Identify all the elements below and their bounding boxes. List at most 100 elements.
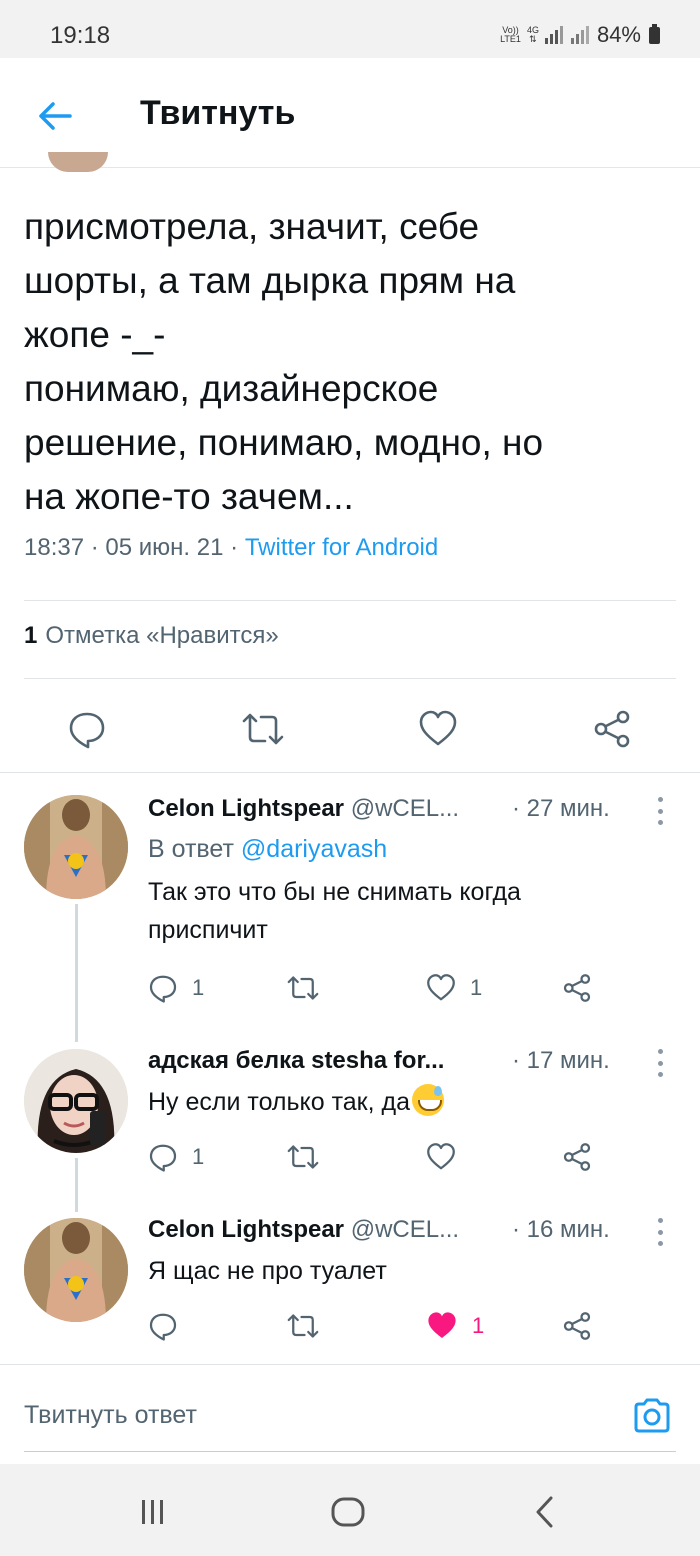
author-name[interactable]: адская белка stesha for... xyxy=(148,1047,444,1074)
retweet-button[interactable] xyxy=(286,1137,320,1177)
recent-apps-icon xyxy=(142,1500,163,1524)
tweet-text: присмотрела, значит, себе шорты, а там д… xyxy=(24,206,544,517)
reply-timestamp: · 17 мин. xyxy=(512,1047,610,1074)
retweet-button[interactable] xyxy=(286,968,320,1008)
reply-count: 1 xyxy=(192,975,205,1000)
author-handle[interactable]: @wCEL... xyxy=(351,795,459,822)
mention-link[interactable]: @dariyavash xyxy=(241,835,387,863)
tweet-meta: 18:37 · 05 июн. 21 · Twitter for Android xyxy=(24,534,439,561)
like-count: 1 xyxy=(470,975,483,1000)
system-navigation-bar xyxy=(0,1464,700,1556)
reply-button[interactable]: 1 xyxy=(148,968,204,1008)
camera-icon xyxy=(634,1398,670,1433)
share-icon xyxy=(594,710,630,748)
reply-action-bar: 1 xyxy=(148,1137,628,1177)
home-button[interactable] xyxy=(328,1492,368,1532)
share-button[interactable] xyxy=(587,704,637,754)
reply-button[interactable]: 1 xyxy=(148,1137,204,1177)
more-options-button[interactable] xyxy=(652,1049,668,1077)
grinning-sweat-emoji xyxy=(412,1084,444,1117)
volte-indicator: Vo)) LTE1 xyxy=(500,25,521,44)
retweet-button[interactable] xyxy=(238,704,288,754)
arrow-left-icon xyxy=(39,102,72,130)
reply-text: Ну если только так, да xyxy=(148,1083,668,1121)
reply-item[interactable]: Celon Lightspear @wCEL... · 16 мин. Я ща… xyxy=(0,1216,700,1356)
tweet-action-bar xyxy=(0,690,700,770)
like-button-active[interactable]: 1 xyxy=(426,1306,484,1346)
avatar[interactable] xyxy=(24,1049,128,1153)
more-vertical-icon xyxy=(657,1049,663,1054)
reply-timestamp: · 27 мин. xyxy=(512,795,610,822)
author-name[interactable]: Celon Lightspear xyxy=(148,1216,344,1243)
share-button[interactable] xyxy=(562,968,592,1008)
page-title: Твитнуть xyxy=(140,94,296,132)
tweet-time: 18:37 xyxy=(24,534,85,561)
heart-icon xyxy=(427,1143,455,1170)
battery-percent: 84% xyxy=(596,22,641,47)
avatar[interactable] xyxy=(24,795,128,899)
reply-button[interactable] xyxy=(148,1306,178,1346)
author-name[interactable]: Celon Lightspear xyxy=(148,795,344,822)
more-vertical-icon xyxy=(657,797,663,802)
like-button[interactable] xyxy=(426,1137,456,1177)
more-options-button[interactable] xyxy=(652,797,668,825)
reply-text: Я щас не про туалет xyxy=(148,1257,387,1285)
reply-button[interactable] xyxy=(62,704,112,754)
avatar-image xyxy=(24,1049,128,1153)
divider xyxy=(0,772,700,773)
speech-bubble-icon xyxy=(149,1144,177,1172)
divider xyxy=(24,600,676,601)
status-indicators: Vo)) LTE1 4G ⇅ 84% xyxy=(500,22,660,48)
retweet-button[interactable] xyxy=(286,1306,320,1346)
status-bar: 19:18 Vo)) LTE1 4G ⇅ 84% xyxy=(0,0,700,58)
like-count: 1 xyxy=(472,1313,485,1338)
avatar[interactable] xyxy=(24,1218,128,1322)
recent-apps-button[interactable] xyxy=(133,1492,173,1532)
status-time: 19:18 xyxy=(50,22,111,49)
network-type-indicator: 4G ⇅ xyxy=(526,25,539,44)
reply-to-line: В ответ @dariyavash xyxy=(148,835,388,863)
avatar-image xyxy=(24,795,128,899)
reply-action-bar: 1 1 xyxy=(148,968,628,1008)
retweet-icon xyxy=(287,976,319,1000)
share-icon xyxy=(563,974,591,1002)
reply-text: Так это что бы не снимать когда приспичи… xyxy=(148,878,521,944)
camera-button[interactable] xyxy=(632,1395,672,1435)
reply-timestamp: · 16 мин. xyxy=(512,1216,610,1243)
author-handle[interactable]: @wCEL... xyxy=(351,1216,459,1243)
reply-action-bar: 1 xyxy=(148,1306,628,1346)
reply-count: 1 xyxy=(192,1144,205,1169)
avatar-image xyxy=(24,1218,128,1322)
battery-icon xyxy=(649,23,660,44)
more-options-button[interactable] xyxy=(652,1218,668,1246)
likes-summary[interactable]: 1 Отметка «Нравится» xyxy=(24,622,279,650)
system-back-button[interactable] xyxy=(525,1492,565,1532)
share-icon xyxy=(563,1143,591,1171)
signal-icon-sim2 xyxy=(570,26,589,44)
chevron-left-icon xyxy=(536,1496,553,1528)
retweet-icon xyxy=(287,1314,319,1338)
retweet-icon xyxy=(287,1145,319,1169)
reply-item[interactable]: адская белка stesha for... · 17 мин. Ну … xyxy=(0,1047,700,1187)
divider xyxy=(24,1451,676,1452)
tweet-source-link[interactable]: Twitter for Android xyxy=(245,534,438,561)
reply-input[interactable]: Твитнуть ответ xyxy=(24,1401,197,1430)
share-button[interactable] xyxy=(562,1306,592,1346)
heart-filled-icon xyxy=(428,1312,456,1338)
speech-bubble-icon xyxy=(69,712,105,749)
back-button[interactable] xyxy=(30,91,80,141)
speech-bubble-icon xyxy=(149,1313,177,1341)
like-button[interactable] xyxy=(413,704,463,754)
author-avatar-partial[interactable] xyxy=(48,152,108,172)
retweet-icon xyxy=(242,713,284,745)
likes-count: 1 xyxy=(24,622,38,649)
like-button[interactable]: 1 xyxy=(426,968,482,1008)
heart-icon xyxy=(427,974,455,1001)
reply-item[interactable]: Celon Lightspear @wCEL... · 27 мин. В от… xyxy=(0,795,700,1035)
speech-bubble-icon xyxy=(149,975,177,1003)
share-button[interactable] xyxy=(562,1137,592,1177)
share-icon xyxy=(563,1312,591,1340)
divider xyxy=(24,678,676,679)
heart-icon xyxy=(419,710,457,746)
more-vertical-icon xyxy=(657,1218,663,1223)
